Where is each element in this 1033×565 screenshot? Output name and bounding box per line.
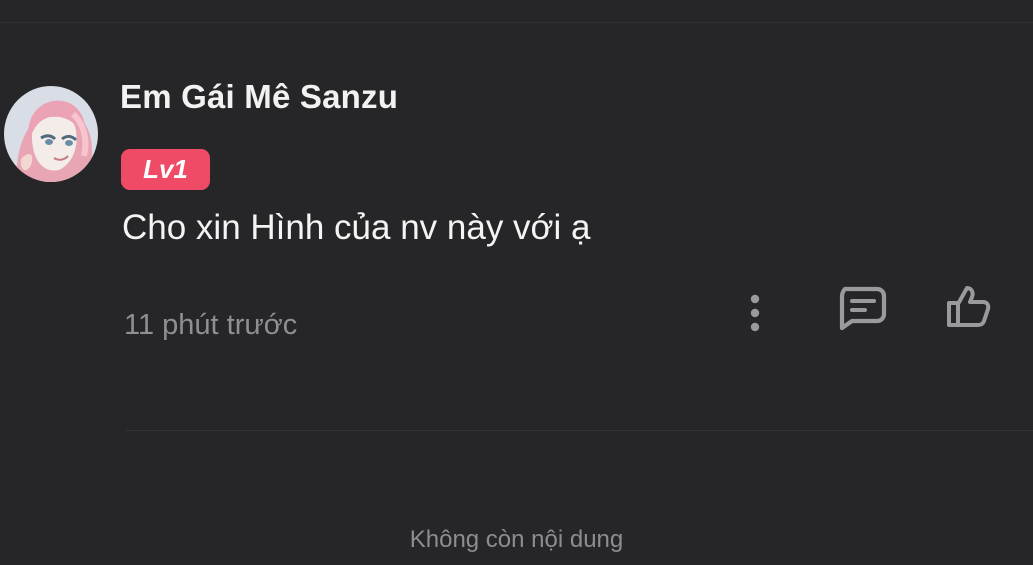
comment-text: Cho xin Hình của nv này với ạ bbox=[122, 208, 591, 247]
username[interactable]: Em Gái Mê Sanzu bbox=[120, 78, 398, 116]
like-button[interactable] bbox=[940, 280, 994, 334]
more-options-button[interactable] bbox=[735, 290, 775, 336]
user-avatar[interactable] bbox=[4, 86, 98, 182]
vertical-dots-icon bbox=[750, 294, 760, 332]
comment-divider bbox=[126, 430, 1033, 431]
level-badge: Lv1 bbox=[121, 149, 210, 190]
comment-screen: Em Gái Mê Sanzu Lv1 Cho xin Hình của nv … bbox=[0, 0, 1033, 565]
comment-timestamp: 11 phút trước bbox=[124, 309, 298, 341]
comment-item: Em Gái Mê Sanzu Lv1 Cho xin Hình của nv … bbox=[0, 0, 1033, 440]
thumbs-up-icon bbox=[947, 286, 991, 327]
comment-bubble-icon bbox=[839, 286, 887, 331]
end-of-content-text: Không còn nội dung bbox=[409, 526, 624, 553]
avatar-image bbox=[4, 86, 98, 182]
reply-button[interactable] bbox=[832, 282, 890, 334]
